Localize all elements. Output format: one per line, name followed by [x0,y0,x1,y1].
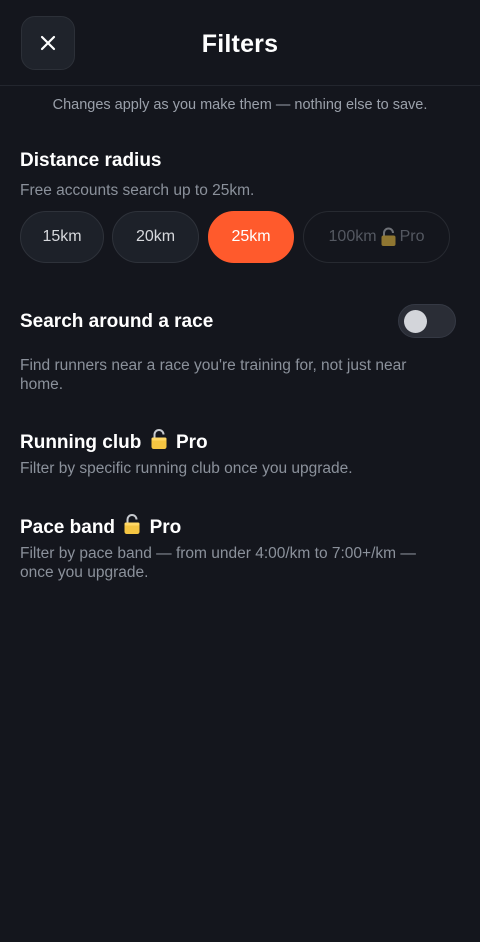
distance-option-25km[interactable]: 25km [208,211,294,263]
header-bar: Filters [0,0,480,86]
pace-band-description: Filter by pace band — from under 4:00/km… [20,545,416,581]
lock-icon [381,227,396,246]
distance-radius-title: Distance radius [20,150,162,171]
race-search-title: Search around a race [20,311,214,332]
toggle-knob [404,310,427,333]
pace-band-title: Pace band Pro [20,513,181,539]
page-title: Filters [201,30,279,58]
distance-radius-description: Free accounts search up to 25km. [20,182,255,199]
race-search-description: Find runners near a race you're training… [20,357,407,393]
race-search-toggle[interactable] [398,304,456,338]
distance-option-15km[interactable]: 15km [20,211,104,263]
running-club-description: Filter by specific running club once you… [20,460,353,477]
autosave-note: Changes apply as you make them — nothing… [52,97,428,113]
distance-option-20km[interactable]: 20km [112,211,199,263]
lock-icon [124,514,140,534]
running-club-title: Running club Pro [20,428,208,454]
distance-option-100km[interactable]: 100km Pro [303,211,450,263]
lock-icon [151,429,167,449]
